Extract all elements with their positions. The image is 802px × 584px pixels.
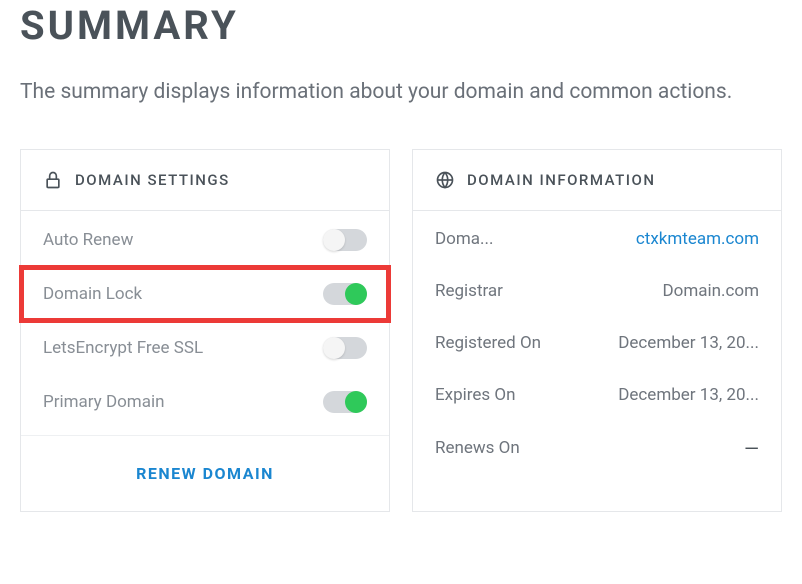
domain-settings-title: DOMAIN SETTINGS [75, 171, 230, 189]
domain-information-title: DOMAIN INFORMATION [467, 171, 656, 189]
info-label: Doma... [435, 229, 493, 249]
info-value-link[interactable]: ctxkmteam.com [505, 229, 759, 249]
globe-icon [435, 170, 455, 190]
info-row: Renews On — [413, 421, 781, 476]
lock-icon [43, 170, 63, 190]
toggle-knob [323, 337, 345, 359]
info-label: Expires On [435, 385, 515, 405]
setting-label: Primary Domain [43, 392, 164, 412]
toggle-switch[interactable] [323, 337, 367, 359]
info-value: Domain.com [515, 281, 759, 301]
setting-row: LetsEncrypt Free SSL [21, 321, 389, 375]
setting-row: Domain Lock [21, 267, 389, 321]
setting-row: Primary Domain [21, 375, 389, 429]
info-row: Registered On December 13, 20... [413, 317, 781, 369]
setting-label: Auto Renew [43, 230, 133, 250]
setting-label: Domain Lock [43, 284, 142, 304]
page-description: The summary displays information about y… [20, 77, 782, 109]
info-row: Registrar Domain.com [413, 265, 781, 317]
setting-row: Auto Renew [21, 213, 389, 267]
domain-information-card: DOMAIN INFORMATION Doma... ctxkmteam.com R… [412, 149, 782, 512]
info-value: December 13, 20... [527, 385, 759, 405]
renew-domain-button[interactable]: RENEW DOMAIN [136, 464, 274, 483]
toggle-knob [345, 391, 367, 413]
info-label: Registrar [435, 281, 503, 301]
info-label: Renews On [435, 438, 520, 458]
toggle-knob [345, 283, 367, 305]
domain-settings-header: DOMAIN SETTINGS [21, 150, 389, 211]
toggle-knob [323, 229, 345, 251]
toggle-switch[interactable] [323, 229, 367, 251]
toggle-switch[interactable] [323, 283, 367, 305]
page-title: SUMMARY [20, 2, 782, 49]
info-label: Registered On [435, 333, 541, 353]
info-row: Doma... ctxkmteam.com [413, 213, 781, 265]
domain-information-header: DOMAIN INFORMATION [413, 150, 781, 211]
info-row: Expires On December 13, 20... [413, 369, 781, 421]
domain-settings-card: DOMAIN SETTINGS Auto Renew Domain Lock Let… [20, 149, 390, 512]
toggle-switch[interactable] [323, 391, 367, 413]
setting-label: LetsEncrypt Free SSL [43, 338, 203, 358]
info-value: — [532, 437, 759, 460]
info-value: December 13, 20... [553, 333, 759, 353]
